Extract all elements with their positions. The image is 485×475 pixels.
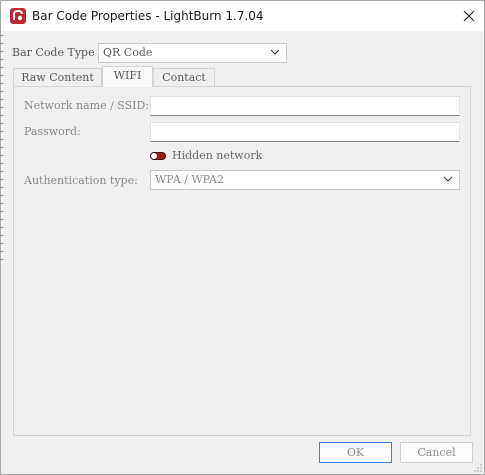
cancel-button[interactable]: Cancel (400, 442, 473, 463)
auth-type-value: WPA / WPA2 (155, 173, 224, 186)
password-input[interactable] (150, 122, 460, 142)
toggle-knob (151, 153, 157, 159)
tab-raw-content[interactable]: Raw Content (13, 68, 102, 86)
tab-label: Contact (162, 71, 206, 84)
password-label: Password: (24, 125, 81, 138)
cancel-label: Cancel (417, 446, 456, 459)
tab-contact[interactable]: Contact (153, 68, 215, 86)
title-bar: Bar Code Properties - LightBurn 1.7.04 (1, 1, 484, 31)
close-icon (463, 10, 475, 22)
auth-type-label: Authentication type: (24, 174, 138, 187)
hidden-network-label: Hidden network (172, 149, 263, 162)
tab-label: Raw Content (21, 71, 94, 84)
auth-type-select[interactable]: WPA / WPA2 (150, 170, 460, 190)
resize-grip-icon[interactable] (474, 464, 482, 472)
resize-edge (1, 35, 3, 265)
barcode-type-select[interactable]: QR Code (98, 43, 287, 63)
dialog-window: Bar Code Properties - LightBurn 1.7.04 B… (0, 0, 485, 475)
ok-label: OK (346, 446, 365, 459)
hidden-network-checkbox[interactable] (150, 152, 166, 160)
close-button[interactable] (454, 1, 484, 31)
chevron-down-icon (443, 176, 453, 182)
tab-wifi[interactable]: WIFI (102, 66, 153, 87)
ssid-input[interactable] (150, 96, 460, 116)
ok-button[interactable]: OK (319, 442, 392, 463)
barcode-type-label: Bar Code Type (12, 46, 95, 59)
barcode-type-value: QR Code (103, 46, 153, 59)
tab-label: WIFI (113, 69, 142, 82)
window-title: Bar Code Properties - LightBurn 1.7.04 (32, 9, 264, 23)
chevron-down-icon (270, 49, 280, 55)
lightburn-app-icon (10, 8, 26, 24)
ssid-label: Network name / SSID: (24, 99, 150, 112)
